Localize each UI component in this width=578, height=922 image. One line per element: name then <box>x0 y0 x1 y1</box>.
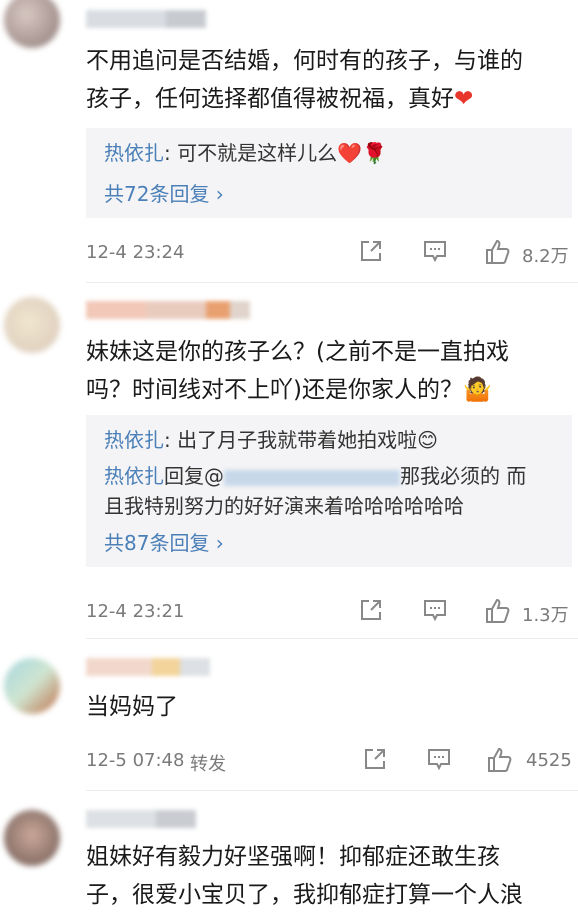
reply-item: 热依扎: 可不就是这样儿么❤️🌹 <box>104 138 387 168</box>
like-count: 4525 <box>526 750 572 771</box>
timestamp: 12-4 23:21 <box>86 601 185 622</box>
like-count: 1.3万 <box>522 605 569 626</box>
comment-text-line-2: 子，很爱小宝贝了，我抑郁症打算一个人浪 <box>86 882 523 908</box>
comment-item: 当妈妈了 12-5 07:48 转发 4525 <box>0 640 578 792</box>
timestamp: 12-5 07:48 <box>86 750 185 771</box>
comment-item: 姐妹好有毅力好坚强啊！抑郁症还敢生孩 子，很爱小宝贝了，我抑郁症打算一个人浪 <box>0 792 578 922</box>
reply-box[interactable]: 热依扎: 可不就是这样儿么❤️🌹 共72条回复 › <box>86 128 572 218</box>
comment-meta: 12-4 23:21 1.3万 <box>86 597 572 627</box>
like-icon[interactable] <box>484 597 512 625</box>
avatar[interactable] <box>4 810 60 866</box>
divider <box>86 790 578 791</box>
share-icon[interactable] <box>362 746 388 772</box>
like-icon[interactable] <box>486 746 514 774</box>
divider <box>86 638 578 639</box>
comment-text: 妹妹这是你的孩子么？(之前不是一直拍戏 吗？时间线对不上吖)还是你家人的？🤷 <box>86 333 566 409</box>
comment-item: 不用追问是否结婚，何时有的孩子，与谁的 孩子，任何选择都值得被祝福，真好❤ 热依… <box>0 0 578 285</box>
reply-author[interactable]: 热依扎 <box>104 141 164 165</box>
reply-box[interactable]: 热依扎: 出了月子我就带着她拍戏啦😊 热依扎回复@ 那我必须的 而 且我特别努力的… <box>86 415 572 567</box>
comment-icon[interactable] <box>422 597 448 623</box>
comment-icon[interactable] <box>422 238 448 264</box>
avatar[interactable] <box>4 0 60 48</box>
comment-text-line-2: 孩子，任何选择都值得被祝福，真好 <box>86 86 454 112</box>
reply-item: 热依扎回复@ 那我必须的 而 <box>104 461 526 491</box>
like-icon[interactable] <box>484 238 512 266</box>
reply-prefix: 回复@ <box>164 464 224 488</box>
comment-text: 当妈妈了 <box>86 694 178 720</box>
reply-item: 热依扎: 出了月子我就带着她拍戏啦😊 <box>104 425 438 455</box>
shrug-emoji: 🤷 <box>462 377 492 403</box>
share-icon[interactable] <box>358 597 384 623</box>
username[interactable] <box>86 301 250 319</box>
comment-icon[interactable] <box>426 746 452 772</box>
comment-item: 妹妹这是你的孩子么？(之前不是一直拍戏 吗？时间线对不上吖)还是你家人的？🤷 热… <box>0 285 578 640</box>
comment-meta: 12-4 23:24 8.2万 <box>86 238 572 268</box>
comment-text-line-1: 不用追问是否结婚，何时有的孩子，与谁的 <box>86 48 523 74</box>
comment-text: 姐妹好有毅力好坚强啊！抑郁症还敢生孩 子，很爱小宝贝了，我抑郁症打算一个人浪 <box>86 838 566 914</box>
username[interactable] <box>86 658 210 676</box>
divider <box>86 282 578 283</box>
timestamp: 12-4 23:24 <box>86 242 185 263</box>
comment-text: 不用追问是否结婚，何时有的孩子，与谁的 孩子，任何选择都值得被祝福，真好❤ <box>86 42 566 118</box>
heart-emoji: ❤ <box>454 86 474 112</box>
comment-meta: 12-5 07:48 转发 4525 <box>86 746 572 776</box>
username[interactable] <box>86 10 206 28</box>
avatar[interactable] <box>4 297 60 353</box>
reply-text: : 出了月子我就带着她拍戏啦😊 <box>164 428 438 452</box>
username[interactable] <box>86 810 196 828</box>
reply-author[interactable]: 热依扎 <box>104 428 164 452</box>
comment-text-line-1: 姐妹好有毅力好坚强啊！抑郁症还敢生孩 <box>86 844 500 870</box>
more-replies-link[interactable]: 共72条回复 › <box>104 178 224 207</box>
share-icon[interactable] <box>358 238 384 264</box>
more-replies-link[interactable]: 共87条回复 › <box>104 527 224 556</box>
reply-text: : 可不就是这样儿么❤️🌹 <box>164 141 387 165</box>
forward-label[interactable]: 转发 <box>190 750 226 776</box>
comment-text-line-1: 妹妹这是你的孩子么？(之前不是一直拍戏 <box>86 339 509 365</box>
comment-text-line-2: 吗？时间线对不上吖)还是你家人的？ <box>86 377 463 403</box>
like-count: 8.2万 <box>522 246 569 267</box>
reply-text-line-2: 且我特别努力的好好演来着哈哈哈哈哈哈 <box>104 494 464 518</box>
reply-text: 那我必须的 而 <box>400 464 527 488</box>
avatar[interactable] <box>4 658 60 714</box>
mention-username[interactable] <box>224 469 400 486</box>
reply-author[interactable]: 热依扎 <box>104 464 164 488</box>
